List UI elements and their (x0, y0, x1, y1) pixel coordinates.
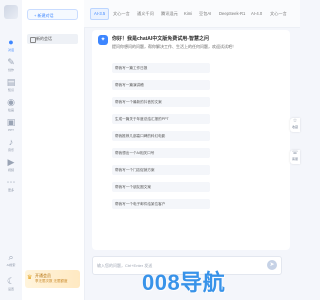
video-icon: ▶ (7, 157, 15, 167)
support-button[interactable]: ☏ 客服 (290, 150, 300, 164)
tab-wenxin[interactable]: 文心一言 (113, 9, 130, 19)
greeting-subtitle: 提问你想问的问题，帮你解决工作、生活上的任何问题，欢迎试试吧！ (112, 44, 236, 49)
pen-icon: ✎ (7, 57, 15, 67)
session-item[interactable]: 新的会话 (27, 34, 78, 44)
tab-deepseek[interactable]: DeepSeek-R1 (219, 9, 245, 19)
new-chat-button[interactable]: + 新建对话 (27, 9, 78, 20)
tab-tongyi[interactable]: 通义千问 (137, 9, 154, 19)
rail-item-video[interactable]: ▶ 视频 (0, 157, 22, 172)
music-icon: ♪ (8, 137, 14, 147)
suggestion-item[interactable]: 帮我写一个电子邮件给某位客户 (112, 199, 210, 209)
session-icon (30, 37, 36, 43)
suggestion-item[interactable]: 帮我写一篇工作日报 (112, 63, 210, 73)
suggestion-item[interactable]: 帮我写一个朋友圈文案 (112, 182, 210, 192)
greeting-title: 你好！我是chatAI中文版免费试用-智慧之问 (112, 36, 209, 42)
suggestion-item[interactable]: 帮我写一个最新的抖音的文案 (112, 97, 210, 107)
app-logo[interactable] (4, 5, 18, 19)
suggestion-item[interactable]: 帮我写一个门店促销方案 (112, 165, 210, 175)
tab-hunyuan[interactable]: 腾讯混元 (161, 9, 178, 19)
crown-icon: ♛ (27, 275, 33, 281)
suggestion-item[interactable]: 生成一篇关于年度总结汇报的PPT (112, 114, 210, 124)
star-icon: ☆ (292, 118, 298, 124)
bot-avatar: ✦ (98, 35, 108, 45)
search-icon: ⌕ (8, 252, 14, 262)
rail-item-chat[interactable]: ● 对话 (0, 37, 22, 52)
model-tabs: AI-3.5 文心一言 通义千问 腾讯混元 Kimi 豆包AI DeepSeek… (84, 0, 300, 28)
icon-rail: ● 对话 ✎ 创作 ▤ 知识 ◉ 绘画 ▣ PPT ♪ 音乐 ▶ 视频 ⋯ 更多… (0, 0, 23, 300)
palette-icon: ◉ (7, 97, 15, 107)
more-icon: ⋯ (6, 177, 16, 187)
rail-item-settings[interactable]: ☾ 设置 (0, 276, 22, 291)
tab-wenxin-2[interactable]: 文心一言 (270, 9, 287, 19)
send-icon: ➤ (269, 262, 275, 268)
chat-input-box: ➤ (92, 256, 282, 275)
rail-item-more[interactable]: ⋯ 更多 (0, 177, 22, 192)
tab-doubao[interactable]: 豆包AI (199, 9, 211, 19)
tab-kimi[interactable]: Kimi (184, 9, 192, 19)
headset-icon: ☏ (291, 150, 299, 156)
chat-card: ✦ 你好！我是chatAI中文版免费试用-智慧之问 提问你想问的问题，帮你解决工… (92, 30, 290, 250)
send-button[interactable]: ➤ (267, 260, 277, 270)
vip-promo-banner[interactable]: ♛ 开通会员 享无限次数 无限额度 (25, 270, 80, 288)
rail-item-music[interactable]: ♪ 音乐 (0, 137, 22, 152)
favorite-button[interactable]: ☆ 收藏 (290, 118, 300, 132)
chat-input[interactable] (97, 260, 217, 270)
slides-icon: ▣ (6, 117, 16, 127)
rail-item-ppt[interactable]: ▣ PPT (0, 117, 22, 132)
rail-item-search[interactable]: ⌕ AI搜索 (0, 252, 22, 267)
rail-item-create[interactable]: ✎ 创作 (0, 57, 22, 72)
suggestion-item[interactable]: 帮我想出一个AI相关口号 (112, 148, 210, 158)
book-icon: ▤ (6, 77, 16, 87)
session-sidebar: + 新建对话 新的会话 ♛ 开通会员 享无限次数 无限额度 (22, 0, 85, 300)
tab-ai-3.5[interactable]: AI-3.5 (90, 8, 110, 20)
moon-icon: ☾ (6, 276, 16, 286)
suggestion-item[interactable]: 帮我推荐几部高口碑的科幻电影 (112, 131, 210, 141)
tab-ai-4.0[interactable]: AI-4.0 (251, 9, 262, 19)
rail-item-draw[interactable]: ◉ 绘画 (0, 97, 22, 112)
rail-item-knowledge[interactable]: ▤ 知识 (0, 77, 22, 92)
suggestion-item[interactable]: 帮我写一篇演讲稿 (112, 80, 210, 90)
chat-icon: ● (8, 37, 14, 47)
